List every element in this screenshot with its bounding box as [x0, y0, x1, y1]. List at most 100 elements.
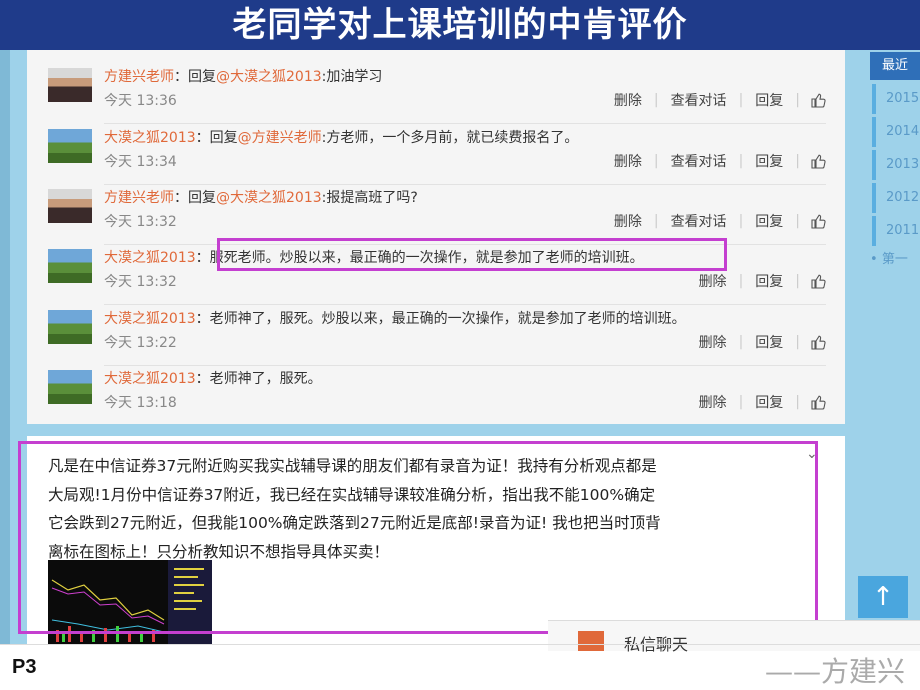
action-separator: | [795, 334, 800, 350]
action-separator: | [795, 213, 800, 229]
comment-actions: 删除 | 回复 | [687, 392, 826, 412]
avatar[interactable] [48, 129, 92, 163]
view-conversation-button[interactable]: 查看对话 [659, 151, 739, 171]
highlight-box-comment [217, 238, 727, 271]
comment-content: 大漠之狐2013：回复@方建兴老师:方老师，一个多月前，就已续费报名了。 [104, 127, 578, 147]
delete-button[interactable]: 删除 [602, 211, 654, 231]
reply-prefix: 回复 [188, 69, 216, 85]
comment-author-link[interactable]: 大漠之狐2013 [104, 130, 196, 146]
comment-time: 今天 13:32 [104, 274, 177, 290]
comment-content: 大漠之狐2013：老师神了，服死。炒股以来，最正确的一次操作，就是参加了老师的培… [104, 308, 686, 328]
comment-text: :方老师，一个多月前，就已续费报名了。 [321, 130, 579, 146]
mention-link[interactable]: @大漠之狐2013 [216, 69, 322, 85]
delete-button[interactable]: 删除 [687, 392, 739, 412]
comment-item: 大漠之狐2013：老师神了，服死。炒股以来，最正确的一次操作，就是参加了老师的培… [48, 306, 826, 366]
comment-separator: ： [195, 371, 210, 387]
comment-separator: ： [174, 190, 188, 206]
slide-divider [0, 644, 920, 645]
tab-recent[interactable]: 最近 [870, 52, 920, 80]
action-separator: | [795, 273, 800, 289]
comment-actions: 删除 | 查看对话 | 回复 | [602, 90, 826, 110]
view-conversation-button[interactable]: 查看对话 [659, 90, 739, 110]
signature: ——方建兴 [765, 655, 906, 688]
sidebar-more[interactable]: • 第一 [870, 248, 908, 267]
comment-content: 方建兴老师：回复@大漠之狐2013:加油学习 [104, 66, 382, 86]
comment-separator: ： [174, 69, 188, 85]
action-separator: | [795, 153, 800, 169]
avatar[interactable] [48, 189, 92, 223]
comment-time: 今天 13:34 [104, 154, 177, 170]
comment-author-link[interactable]: 大漠之狐2013 [104, 250, 196, 266]
comment-time: 今天 13:32 [104, 214, 177, 230]
thumbs-up-icon[interactable] [810, 394, 826, 410]
comment-time: 今天 13:18 [104, 395, 177, 411]
thumbs-up-icon[interactable] [810, 334, 826, 350]
thumbs-up-icon[interactable] [810, 92, 826, 108]
delete-button[interactable]: 删除 [602, 151, 654, 171]
mention-link[interactable]: @大漠之狐2013 [216, 190, 322, 206]
comment-author-link[interactable]: 大漠之狐2013 [104, 311, 196, 327]
sidebar-year-2014[interactable]: 2014 [872, 117, 920, 147]
reply-button[interactable]: 回复 [743, 90, 795, 110]
reply-button[interactable]: 回复 [743, 151, 795, 171]
back-to-top-button[interactable]: ↑ [858, 576, 908, 618]
comment-content: 大漠之狐2013：老师神了，服死。 [104, 368, 322, 388]
delete-button[interactable]: 删除 [687, 332, 739, 352]
comment-item: 方建兴老师：回复@大漠之狐2013:报提高班了吗? 今天 13:32 删除 | 查看对话… [48, 185, 826, 245]
comment-author-link[interactable]: 大漠之狐2013 [104, 371, 196, 387]
comment-text: :加油学习 [321, 69, 383, 85]
view-conversation-button[interactable]: 查看对话 [659, 211, 739, 231]
highlight-box-post [18, 441, 818, 634]
page-number: P3 [12, 656, 37, 678]
comment-time: 今天 13:36 [104, 93, 177, 109]
comment-separator: ： [195, 311, 210, 327]
comment-separator: ： [195, 250, 210, 266]
reply-button[interactable]: 回复 [743, 392, 795, 412]
thumbs-up-icon[interactable] [810, 153, 826, 169]
sidebar-year-2011[interactable]: 2011 [872, 216, 920, 246]
comment-text: :报提高班了吗? [321, 190, 418, 206]
avatar[interactable] [48, 310, 92, 344]
envelope-icon [578, 631, 604, 651]
private-message-bar[interactable]: 私信聊天 [548, 620, 920, 654]
comment-actions: 删除 | 回复 | [687, 271, 826, 291]
comment-actions: 删除 | 查看对话 | 回复 | [602, 211, 826, 231]
sidebar-year-2013[interactable]: 2013 [872, 150, 920, 180]
comment-time: 今天 13:22 [104, 335, 177, 351]
sidebar-year-2012[interactable]: 2012 [872, 183, 920, 213]
comment-content: 方建兴老师：回复@大漠之狐2013:报提高班了吗? [104, 187, 418, 207]
comment-text: 老师神了，服死。 [209, 371, 322, 387]
action-separator: | [795, 92, 800, 108]
comment-author-link[interactable]: 方建兴老师 [104, 190, 174, 206]
left-strip [0, 50, 10, 644]
reply-button[interactable]: 回复 [743, 271, 795, 291]
sidebar-year-2015[interactable]: 2015 [872, 84, 920, 114]
avatar[interactable] [48, 370, 92, 404]
thumbs-up-icon[interactable] [810, 273, 826, 289]
comment-item: 大漠之狐2013：老师神了，服死。 今天 13:18 删除 | 回复 | [48, 366, 826, 426]
avatar[interactable] [48, 68, 92, 102]
slide-title: 老同学对上课培训的中肯评价 [0, 0, 920, 50]
reply-button[interactable]: 回复 [743, 211, 795, 231]
comment-item: 大漠之狐2013：回复@方建兴老师:方老师，一个多月前，就已续费报名了。 今天 1… [48, 125, 826, 185]
comment-item: 方建兴老师：回复@大漠之狐2013:加油学习 今天 13:36 删除 | 查看对话 | 回复… [48, 64, 826, 124]
reply-button[interactable]: 回复 [743, 332, 795, 352]
comment-author-link[interactable]: 方建兴老师 [104, 69, 174, 85]
comment-separator: ： [195, 130, 210, 146]
comment-actions: 删除 | 回复 | [687, 332, 826, 352]
delete-button[interactable]: 删除 [687, 271, 739, 291]
thumbs-up-icon[interactable] [810, 213, 826, 229]
comment-divider [104, 304, 826, 305]
comment-actions: 删除 | 查看对话 | 回复 | [602, 151, 826, 171]
comment-text: 老师神了，服死。炒股以来，最正确的一次操作，就是参加了老师的培训班。 [209, 311, 686, 327]
reply-prefix: 回复 [188, 190, 216, 206]
arrow-up-icon: ↑ [872, 582, 894, 612]
reply-prefix: 回复 [209, 130, 238, 146]
comment-divider [104, 123, 826, 124]
action-separator: | [795, 394, 800, 410]
avatar[interactable] [48, 249, 92, 283]
private-message-label: 私信聊天 [624, 635, 689, 654]
delete-button[interactable]: 删除 [602, 90, 654, 110]
sidebar-more-label: 第一 [881, 252, 908, 267]
mention-link[interactable]: @方建兴老师 [238, 130, 322, 146]
